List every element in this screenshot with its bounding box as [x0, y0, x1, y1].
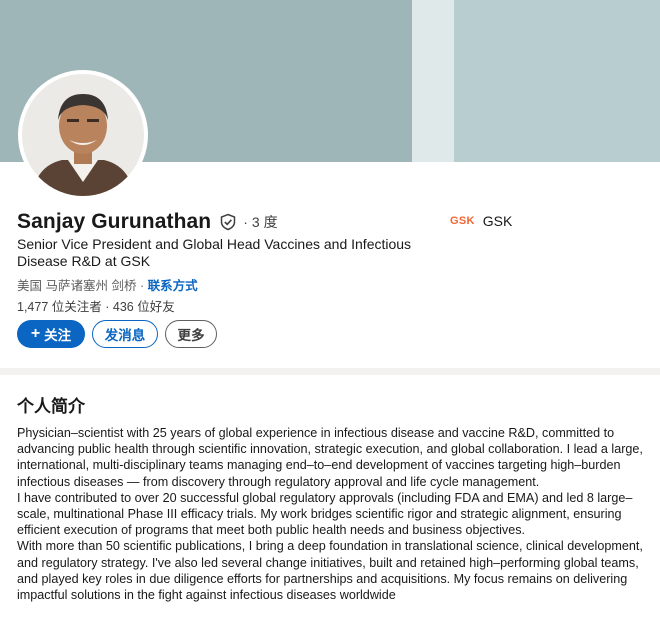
about-paragraph: I have contributed to over 20 successful…	[17, 490, 633, 538]
follow-button[interactable]: + 关注	[17, 320, 85, 348]
network-stats: 1,477 位关注者 · 436 位好友	[17, 300, 175, 314]
about-paragraph: With more than 50 scientific publication…	[17, 539, 643, 603]
about-paragraph: Physician–scientist with 25 years of glo…	[17, 426, 643, 489]
more-button[interactable]: 更多	[165, 320, 217, 348]
company-name[interactable]: GSK	[483, 213, 513, 229]
location: 美国 马萨诸塞州 剑桥	[17, 279, 137, 293]
followers-count[interactable]: 1,477 位关注者	[17, 300, 102, 314]
plus-icon: +	[30, 325, 41, 342]
profile-headline: Senior Vice President and Global Head Va…	[17, 236, 412, 269]
connection-degree: · 3 度	[243, 214, 278, 230]
contact-info-link[interactable]: 联系方式	[148, 279, 198, 293]
about-card: 个人简介 Physician–scientist with 25 years o…	[0, 375, 660, 623]
profile-name: Sanjay Gurunathan	[17, 210, 212, 233]
gsk-logo: GSK	[450, 215, 475, 227]
current-company[interactable]: GSK GSK	[450, 213, 512, 229]
profile-card: Sanjay Gurunathan · 3 度 GSK GSK Senior Vi…	[0, 0, 660, 368]
about-text: Physician–scientist with 25 years of glo…	[17, 425, 645, 603]
location-row: 美国 马萨诸塞州 剑桥 · 联系方式	[17, 279, 198, 293]
avatar[interactable]	[18, 70, 148, 200]
message-button[interactable]: 发消息	[92, 320, 158, 348]
connections-count[interactable]: 436 位好友	[113, 300, 175, 314]
verified-shield-icon[interactable]	[219, 213, 237, 231]
about-title: 个人简介	[17, 397, 85, 416]
name-row: Sanjay Gurunathan · 3 度	[17, 210, 278, 234]
